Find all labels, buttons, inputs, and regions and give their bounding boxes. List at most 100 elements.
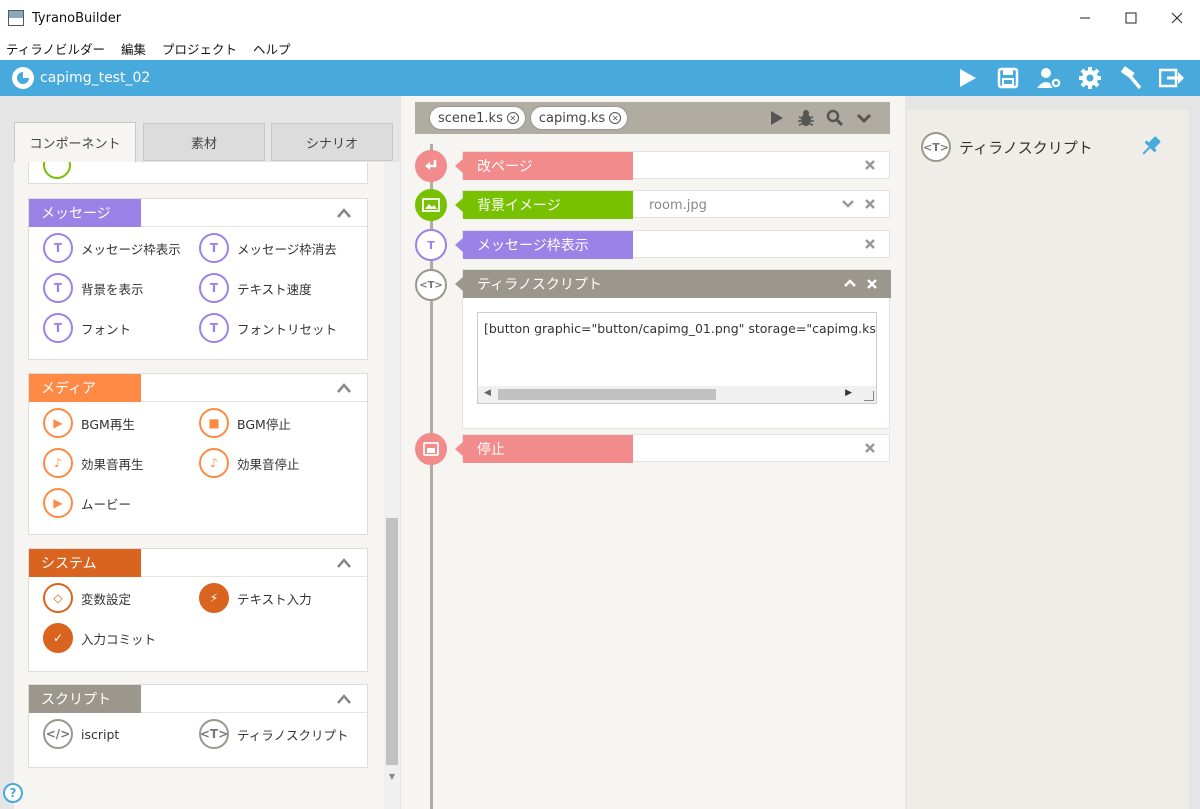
exit-icon[interactable] (1151, 60, 1192, 96)
component-item[interactable]: ⚡ テキスト入力 (199, 583, 312, 613)
movie-icon: ▶ (43, 488, 73, 518)
section-header: メディア (29, 373, 367, 402)
component-item[interactable]: T テキスト速度 (199, 273, 312, 303)
menu-edit[interactable]: 編集 (121, 39, 146, 58)
component-label: 入力コミット (81, 631, 157, 647)
section-label: スクリプト (29, 684, 141, 713)
component-item[interactable]: T メッセージ枠消去 (199, 233, 337, 263)
section-media: メディア ▶ BGM再生 ■ BGM停止 ♪ 効果音再生 ♪ 効果音停止 ▶ ム… (28, 373, 368, 535)
gear-icon[interactable] (1069, 60, 1110, 96)
component-label: テキスト入力 (237, 591, 312, 607)
menu-help[interactable]: ヘルプ (253, 39, 291, 58)
section-label: メディア (29, 373, 141, 402)
script-header: ティラノスクリプト (455, 270, 891, 298)
tab-scenario[interactable]: シナリオ (271, 123, 393, 161)
component-list: メッセージ T メッセージ枠表示 T メッセージ枠消去 T 背景を表示 T テキ… (14, 162, 384, 809)
file-tab-label: capimg.ks (538, 110, 606, 126)
component-item[interactable]: T 背景を表示 (43, 273, 144, 303)
section-label: システム (29, 548, 141, 577)
window-controls (1062, 0, 1200, 36)
tyrano-script-block[interactable]: ティラノスクリプト [button graphic="button/capimg… (455, 269, 891, 429)
script-textarea[interactable]: [button graphic="button/capimg_01.png" s… (477, 312, 877, 404)
component-item[interactable]: T メッセージ枠表示 (43, 233, 181, 263)
property-panel: <T> ティラノスクリプト (905, 96, 1200, 809)
component-item[interactable]: </> iscript (43, 719, 119, 749)
save-icon[interactable] (987, 60, 1028, 96)
background-image-icon (415, 189, 447, 221)
scenario-row[interactable]: メッセージ枠表示 (455, 230, 890, 259)
menu-tyranobuilder[interactable]: ティラノビルダー (6, 39, 105, 58)
scroll-left-arrow[interactable]: ◀ (484, 388, 491, 398)
scenario-row[interactable]: 背景イメージ room.jpg (455, 190, 890, 219)
section-header: メッセージ (29, 198, 367, 227)
project-bar: capimg_test_02 (0, 60, 1200, 96)
vertical-scrollbar[interactable]: ▼ (384, 162, 400, 809)
delete-icon[interactable] (865, 277, 879, 295)
menu-project[interactable]: プロジェクト (162, 39, 237, 58)
project-name: capimg_test_02 (40, 70, 151, 86)
section-header: システム (29, 548, 367, 577)
component-item[interactable]: T フォントリセット (199, 313, 337, 343)
component-label: 背景を表示 (81, 281, 144, 297)
page-break-icon (415, 150, 447, 182)
scrollbar-thumb[interactable] (386, 518, 398, 765)
message-window-hide-icon: T (199, 233, 229, 263)
component-item[interactable]: ♪ 効果音再生 (43, 448, 144, 478)
project-logo-icon (12, 67, 34, 89)
row-label: 改ページ (455, 152, 633, 180)
resize-grip[interactable] (864, 391, 874, 401)
delete-icon[interactable] (863, 158, 877, 172)
chevron-up-icon[interactable] (335, 690, 353, 708)
component-item[interactable]: ▶ ムービー (43, 488, 131, 518)
play-icon[interactable] (762, 110, 791, 126)
scenario-row[interactable]: 停止 (455, 434, 890, 463)
component-item[interactable]: ■ BGM停止 (199, 408, 291, 438)
horizontal-scrollbar[interactable]: ◀ ▶ (478, 386, 876, 403)
file-tab-scene1[interactable]: scene1.ks ✕ (429, 106, 526, 130)
delete-icon[interactable] (863, 197, 877, 211)
bug-icon[interactable] (791, 109, 820, 127)
delete-icon[interactable] (863, 237, 877, 251)
file-tab-capimg[interactable]: capimg.ks ✕ (529, 106, 629, 130)
row-label: 停止 (455, 435, 633, 463)
tab-materials[interactable]: 素材 (143, 123, 265, 161)
help-icon[interactable]: ? (3, 783, 23, 803)
component-item[interactable]: ◇ 変数設定 (43, 583, 131, 613)
property-title: <T> ティラノスクリプト (921, 132, 1093, 162)
chevron-up-icon[interactable] (335, 554, 353, 572)
chevron-down-icon[interactable] (849, 112, 878, 124)
tab-components[interactable]: コンポーネント (14, 122, 136, 162)
tyrano-script-icon: <T> (921, 132, 951, 162)
scenario-row[interactable]: 改ページ (455, 151, 890, 180)
row-label: 背景イメージ (455, 191, 633, 219)
property-panel-content: <T> ティラノスクリプト (907, 110, 1189, 809)
minimize-icon[interactable] (1062, 0, 1108, 36)
delete-icon[interactable] (863, 441, 877, 455)
chevron-up-icon[interactable] (335, 379, 353, 397)
play-icon[interactable] (946, 60, 987, 96)
component-label: フォントリセット (237, 321, 338, 337)
main-toolbar (946, 60, 1192, 96)
chevron-up-icon[interactable] (335, 204, 353, 222)
scrollbar-thumb[interactable] (498, 389, 716, 400)
close-icon[interactable] (1154, 0, 1200, 36)
maximize-icon[interactable] (1108, 0, 1154, 36)
user-settings-icon[interactable] (1028, 60, 1069, 96)
component-item[interactable]: <T> ティラノスクリプト (199, 719, 349, 749)
pin-icon[interactable] (1139, 134, 1163, 158)
section-label: メッセージ (29, 198, 141, 227)
hammer-icon[interactable] (1110, 60, 1151, 96)
search-icon[interactable] (820, 109, 849, 127)
component-item[interactable]: ✓ 入力コミット (43, 623, 156, 653)
close-tab-icon[interactable]: ✕ (506, 112, 519, 124)
component-panel: コンポーネント 素材 シナリオ メッセージ T メッセージ枠表示 T メッセージ… (14, 120, 400, 809)
component-item[interactable]: T フォント (43, 313, 131, 343)
chevron-down-icon[interactable] (841, 197, 855, 211)
close-tab-icon[interactable]: ✕ (609, 112, 622, 124)
component-label: BGM停止 (237, 416, 291, 432)
component-item[interactable]: ♪ 効果音停止 (199, 448, 300, 478)
component-item[interactable]: ▶ BGM再生 (43, 408, 135, 438)
scroll-down-arrow[interactable]: ▼ (384, 772, 400, 781)
chevron-up-icon[interactable] (843, 277, 857, 293)
scroll-right-arrow[interactable]: ▶ (845, 388, 852, 398)
